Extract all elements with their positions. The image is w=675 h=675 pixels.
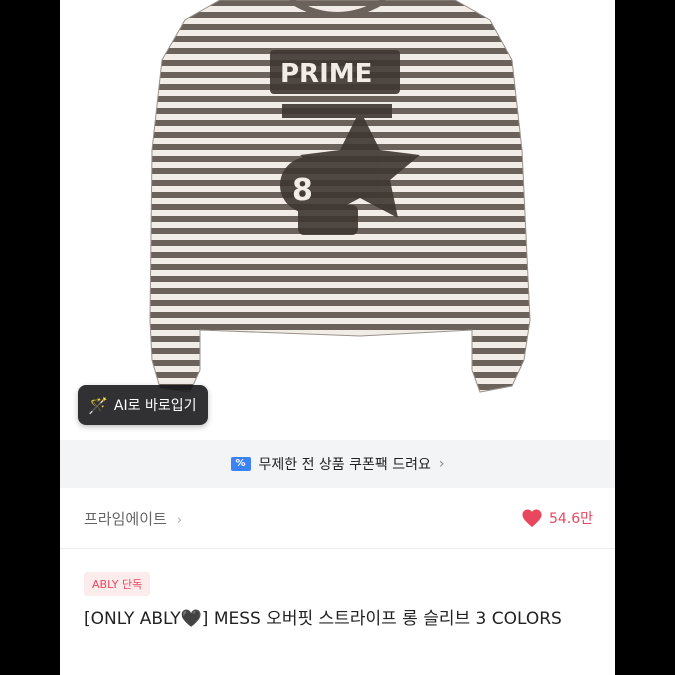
svg-text:PRIME: PRIME [280, 59, 372, 89]
magic-wand-icon: 🪄 [88, 395, 108, 415]
svg-text:8: 8 [292, 173, 313, 208]
product-image[interactable]: PRIME 8 🪄 AI로 바로입기 [60, 0, 615, 440]
product-title: [ONLY ABLY🖤] MESS 오버핏 스트라이프 롱 슬리브 3 COLO… [84, 609, 562, 629]
chevron-right-icon: › [176, 512, 183, 528]
coupon-icon: % [230, 457, 251, 471]
heart-icon [522, 509, 542, 528]
like-count: 54.6만 [548, 511, 593, 527]
exclusive-badge: ABLY 단독 [84, 572, 151, 596]
product-page: PRIME 8 🪄 AI로 바로입기 % 무제한 전 상품 쿠폰팩 드려요 › … [60, 0, 615, 675]
chevron-right-icon: › [438, 456, 445, 472]
like-button[interactable]: 54.6만 [521, 508, 593, 528]
brand-link[interactable]: 프라임에이트 › [84, 508, 182, 529]
coupon-banner[interactable]: % 무제한 전 상품 쿠폰팩 드려요 › [60, 440, 615, 488]
divider [60, 548, 615, 549]
brand-name: 프라임에이트 [84, 509, 167, 528]
coupon-text: 무제한 전 상품 쿠폰팩 드려요 [258, 457, 431, 473]
ai-try-on-label: AI로 바로입기 [113, 398, 197, 414]
brand-row: 프라임에이트 › 54.6만 [60, 500, 615, 536]
ai-try-on-button[interactable]: 🪄 AI로 바로입기 [78, 385, 209, 425]
striped-shirt-image: PRIME 8 [149, 0, 531, 393]
